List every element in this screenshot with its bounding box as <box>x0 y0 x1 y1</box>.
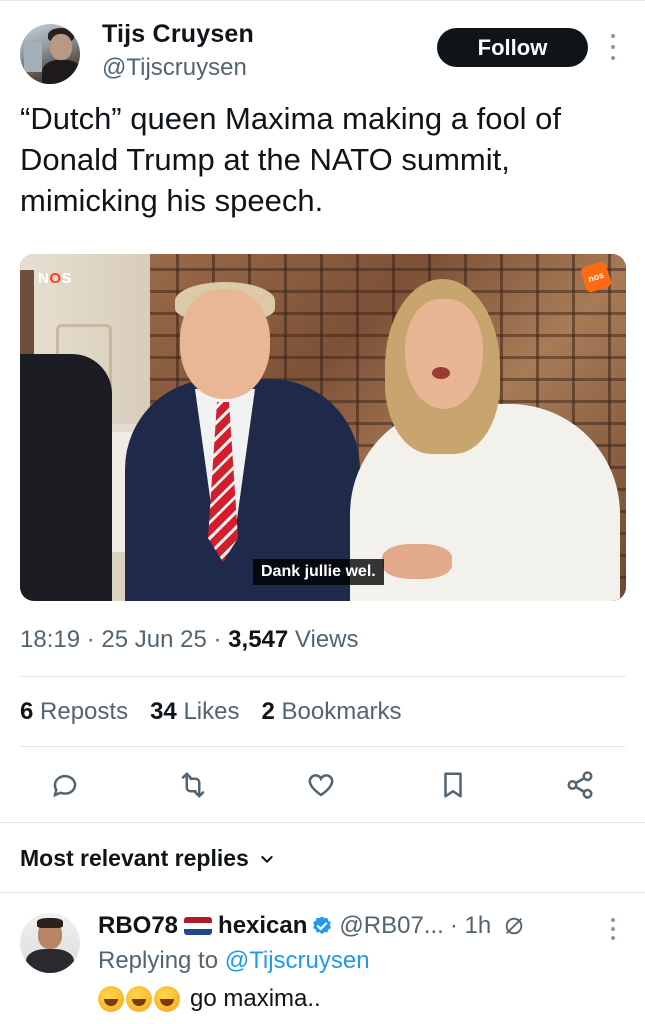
replies-sort-label: Most relevant replies <box>20 845 249 871</box>
replying-to: Replying to @Tijscruysen <box>98 947 370 974</box>
tweet-date[interactable]: 25 Jun 25 <box>101 626 206 653</box>
reply-more-options-icon[interactable] <box>607 918 619 940</box>
repost-icon[interactable] <box>174 766 212 804</box>
like-icon[interactable] <box>302 766 340 804</box>
author-handle[interactable]: @Tijscruysen <box>102 54 247 82</box>
video-subtitle: Dank jullie wel. <box>253 559 384 585</box>
replying-to-mention[interactable]: @Tijscruysen <box>225 947 370 974</box>
grok-icon[interactable] <box>503 915 525 937</box>
reply-avatar[interactable] <box>20 913 80 973</box>
views-label: Views <box>294 626 359 653</box>
follow-button[interactable]: Follow <box>437 28 588 67</box>
verified-badge-icon <box>313 916 332 934</box>
chevron-down-icon <box>261 855 273 863</box>
reply-text: go maxima.. <box>98 985 321 1013</box>
reply-author-handle[interactable]: @RB07... <box>339 912 443 940</box>
bookmark-icon[interactable] <box>434 766 472 804</box>
share-icon[interactable] <box>561 766 599 804</box>
section-divider <box>0 892 645 893</box>
person-left <box>20 354 112 601</box>
reply-time[interactable]: · 1h <box>450 912 491 940</box>
nos-logo: NOS <box>38 270 73 287</box>
reply-header: RBO78 hexican @RB07... · 1h <box>98 912 525 940</box>
replies-sort-dropdown[interactable]: Most relevant replies <box>20 845 275 872</box>
action-bar <box>46 766 606 804</box>
author-avatar[interactable] <box>20 24 80 84</box>
bookmarks-stat[interactable]: 2 Bookmarks <box>261 698 401 726</box>
netherlands-flag-icon <box>184 917 213 935</box>
tweet-text: “Dutch” queen Maxima making a fool of Do… <box>20 101 562 218</box>
tweet-stats: 6 Reposts 34 Likes 2 Bookmarks <box>20 698 424 726</box>
reply-author-name[interactable]: RBO78 <box>98 912 178 940</box>
reply-body: go maxima.. <box>190 985 321 1012</box>
reposts-stat[interactable]: 6 Reposts <box>20 698 128 726</box>
views-count: 3,547 <box>228 626 289 653</box>
author-name[interactable]: Tijs Cruysen <box>102 20 254 49</box>
reply-author-name-suffix[interactable]: hexican <box>218 912 307 940</box>
likes-stat[interactable]: 34 Likes <box>150 698 239 726</box>
laughing-emoji-icon <box>98 986 124 1012</box>
divider <box>20 746 626 747</box>
reply-icon[interactable] <box>46 766 84 804</box>
more-options-icon[interactable] <box>606 34 620 60</box>
tweet-meta: 18:19 · 25 Jun 25 · 3,547 Views <box>20 626 359 653</box>
laughing-emoji-icon <box>154 986 180 1012</box>
tweet-video[interactable]: NOS nos Dank jullie wel. <box>20 254 626 601</box>
tweet-time[interactable]: 18:19 <box>20 626 80 653</box>
divider <box>20 676 626 677</box>
top-border <box>0 0 645 1</box>
laughing-emoji-icon <box>126 986 152 1012</box>
section-divider <box>0 822 645 823</box>
